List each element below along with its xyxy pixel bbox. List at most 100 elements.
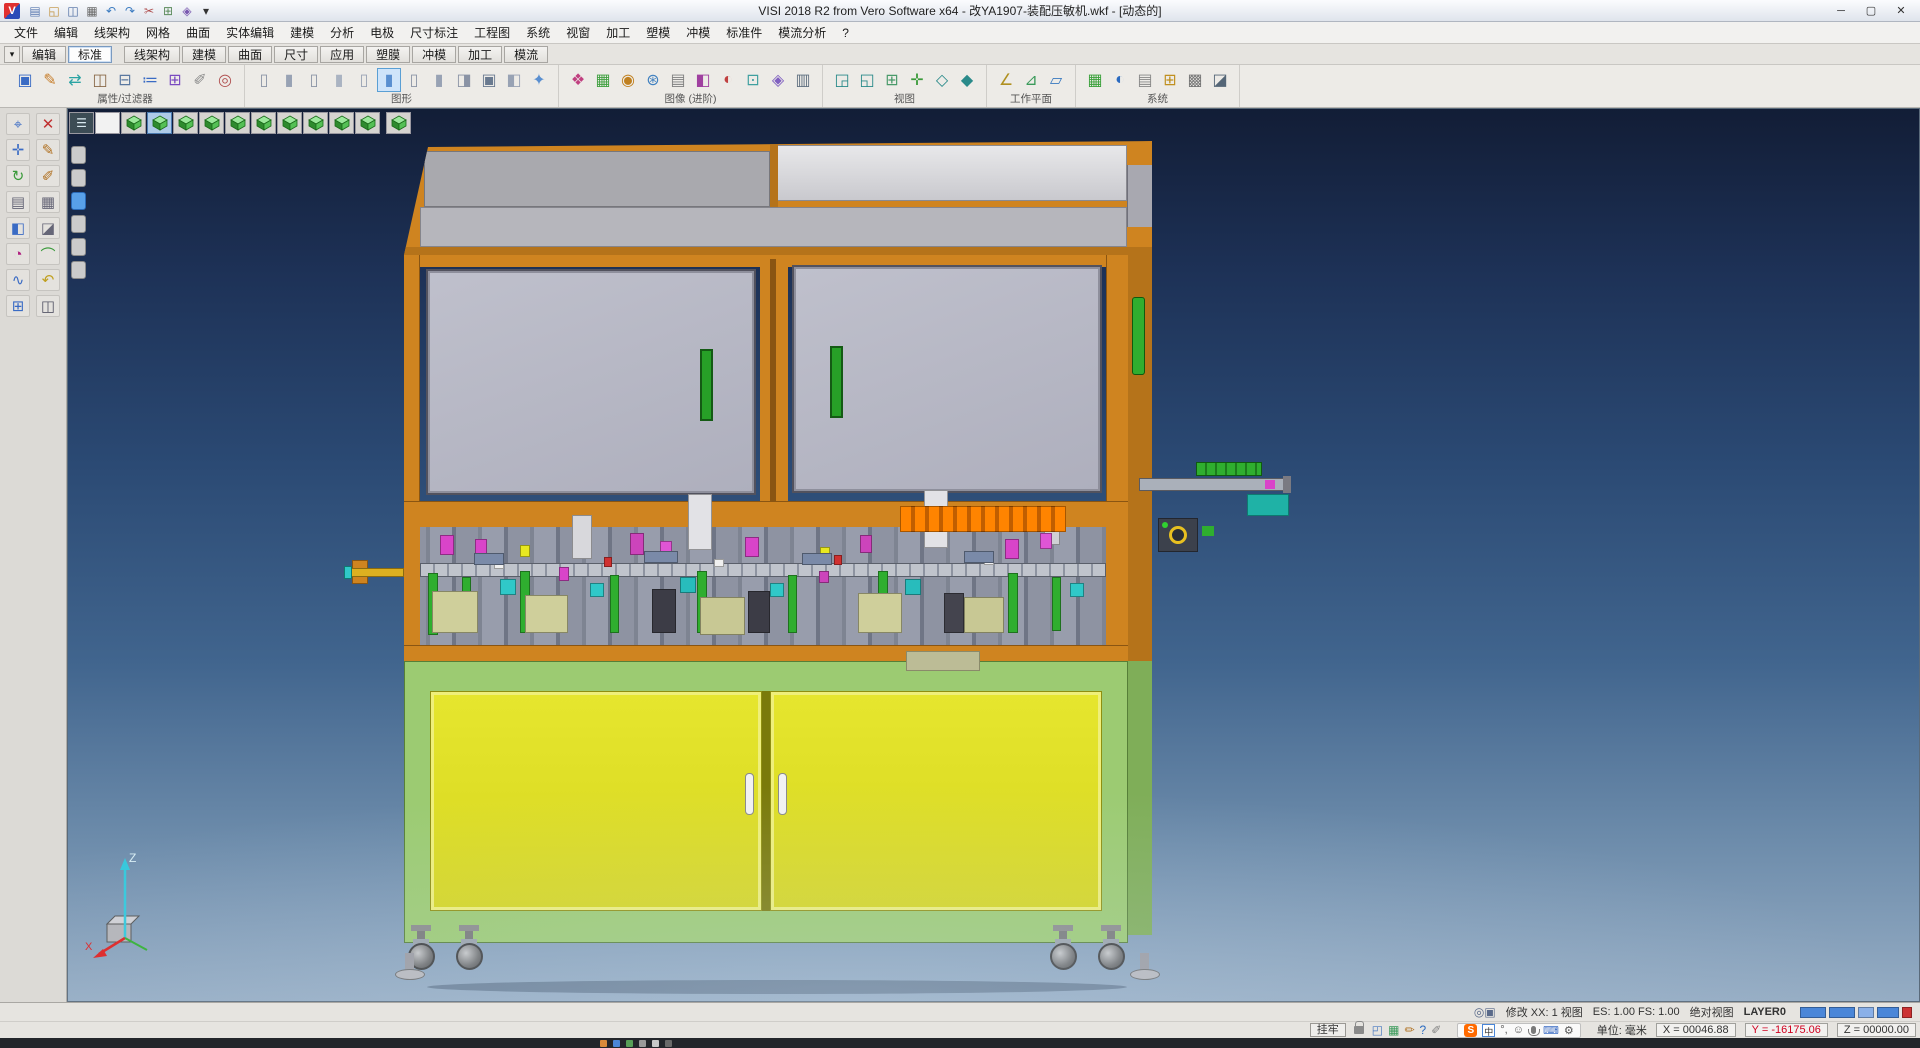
menu-item[interactable]: 文件 [6,22,46,43]
view-cube-button[interactable] [147,112,172,134]
menu-item[interactable]: 电极 [362,22,402,43]
curve-icon[interactable]: ⌒ [36,243,60,265]
shade-icon[interactable]: ◪ [36,217,60,239]
qat-dropdown-icon[interactable]: ▾ [197,2,215,20]
pixel-icon[interactable]: ⊡ [742,69,764,91]
edit-attributes-icon[interactable]: ✎ [39,69,61,91]
taskbar-app-icon[interactable] [652,1040,659,1047]
windows-taskbar[interactable] [0,1038,1920,1048]
highlight-icon[interactable]: ✦ [528,69,550,91]
ribbon-tab[interactable]: 曲面 [228,46,272,63]
status-icon[interactable]: ▣ [1484,1005,1495,1019]
workplane-plane-icon[interactable]: ▱ [1045,69,1067,91]
taskbar-app-icon[interactable] [600,1040,607,1047]
menu-item[interactable]: 标准件 [718,22,770,43]
filter-pill-button[interactable] [71,261,86,279]
spotlight-icon[interactable]: ◉ [617,69,639,91]
select-icon[interactable]: ⌖ [6,113,30,135]
sketch-icon[interactable]: ✐ [1431,1023,1441,1037]
ribbon-tab[interactable]: 应用 [320,46,364,63]
workplane-triangle-icon[interactable]: ⊿ [1020,69,1042,91]
hidden-line-icon[interactable]: ▯ [303,69,325,91]
contrast-icon[interactable]: ◧ [692,69,714,91]
ribbon-tab[interactable]: 编辑 [22,46,66,63]
menu-item[interactable]: 建模 [282,22,322,43]
view-cube-button[interactable] [386,112,411,134]
menu-item[interactable]: 冲模 [678,22,718,43]
view-cube-button[interactable] [173,112,198,134]
system-list-icon[interactable]: ▤ [1134,69,1156,91]
solid-view-icon[interactable]: ▮ [328,69,350,91]
ribbon-tab[interactable]: 冲模 [412,46,456,63]
system-display-icon[interactable]: ◐ [1109,69,1131,91]
help-icon[interactable]: ? [1420,1023,1427,1037]
taskbar-app-icon[interactable] [626,1040,633,1047]
ribbon-tab[interactable]: 加工 [458,46,502,63]
taskbar-app-icon[interactable] [613,1040,620,1047]
cut-icon[interactable]: ✂ [140,2,158,20]
screenshot-icon[interactable]: ◰ [1372,1023,1383,1037]
tab-dropdown-icon[interactable]: ▾ [4,46,20,63]
save-icon[interactable]: ◫ [36,295,60,317]
ribbon-tab[interactable]: 模流 [504,46,548,63]
machine-model[interactable] [67,108,1920,1002]
menu-item[interactable]: 网格 [138,22,178,43]
view-cube-button[interactable] [225,112,250,134]
menu-item[interactable]: 线架构 [86,22,138,43]
half-view-icon[interactable]: ◧ [6,217,30,239]
wireframe-icon[interactable]: ▯ [253,69,275,91]
view-cube-button[interactable] [355,112,380,134]
view-grid-icon[interactable]: ⊞ [881,69,903,91]
swap-filter-icon[interactable]: ⇄ [64,69,86,91]
sketch-icon[interactable]: ✎ [36,139,60,161]
view-fit-icon[interactable]: ◆ [956,69,978,91]
background-icon[interactable]: ▤ [667,69,689,91]
view-cube-button[interactable] [199,112,224,134]
delete-icon[interactable]: ✕ [36,113,60,135]
view-cube-button[interactable] [277,112,302,134]
view-blank-button[interactable] [95,112,120,134]
grid-toggle-icon[interactable]: ▦ [1388,1023,1399,1037]
paste-grid-icon[interactable]: ⊞ [159,2,177,20]
half-section-icon[interactable]: ◧ [503,69,525,91]
pin-button[interactable]: 挂牢 [1310,1023,1346,1037]
ribbon-tab[interactable]: 线架构 [124,46,180,63]
view-corner-icon[interactable]: ◲ [831,69,853,91]
open-file-icon[interactable]: ◱ [45,2,63,20]
material-icon[interactable]: ◈ [767,69,789,91]
list-filter-icon[interactable]: ≔ [139,69,161,91]
menu-item[interactable]: 视窗 [558,22,598,43]
arc-icon[interactable]: ◔ [6,243,30,265]
workplane-angle-icon[interactable]: ∠ [995,69,1017,91]
print-icon[interactable]: ▦ [83,2,101,20]
view-cube-button[interactable] [303,112,328,134]
sogou-logo-icon[interactable]: S [1464,1024,1477,1037]
ime-settings-icon[interactable]: ⚙ [1564,1024,1574,1037]
target-filter-icon[interactable]: ◎ [214,69,236,91]
view-cube-button[interactable] [251,112,276,134]
filter-pill-button[interactable] [71,215,86,233]
menu-item[interactable]: 分析 [322,22,362,43]
ribbon-tab[interactable]: 尺寸 [274,46,318,63]
new-file-icon[interactable]: ▤ [26,2,44,20]
move-icon[interactable]: ✛ [6,139,30,161]
absolute-view-label[interactable]: 绝对视图 [1690,1004,1734,1020]
shaded-edges-icon[interactable]: ▮ [378,69,400,91]
system-add-icon[interactable]: ⊞ [1159,69,1181,91]
filter-pill-button[interactable] [71,192,86,210]
ribbon-tab[interactable]: 塑膜 [366,46,410,63]
insert-icon[interactable]: ◈ [178,2,196,20]
remove-filter-icon[interactable]: ⊟ [114,69,136,91]
close-button[interactable]: ✕ [1886,1,1916,21]
section-icon[interactable]: ◨ [453,69,475,91]
spline-icon[interactable]: ∿ [6,269,30,291]
layer-filter-icon[interactable]: ◫ [89,69,111,91]
texture-icon[interactable]: ▦ [592,69,614,91]
keyboard-icon[interactable]: ⌨ [1543,1024,1559,1037]
menu-item[interactable]: ? [834,24,857,42]
view-cube-button[interactable] [121,112,146,134]
undo-icon[interactable]: ↶ [36,269,60,291]
menu-item[interactable]: 编辑 [46,22,86,43]
menu-item[interactable]: 工程图 [466,22,518,43]
menu-item[interactable]: 曲面 [178,22,218,43]
